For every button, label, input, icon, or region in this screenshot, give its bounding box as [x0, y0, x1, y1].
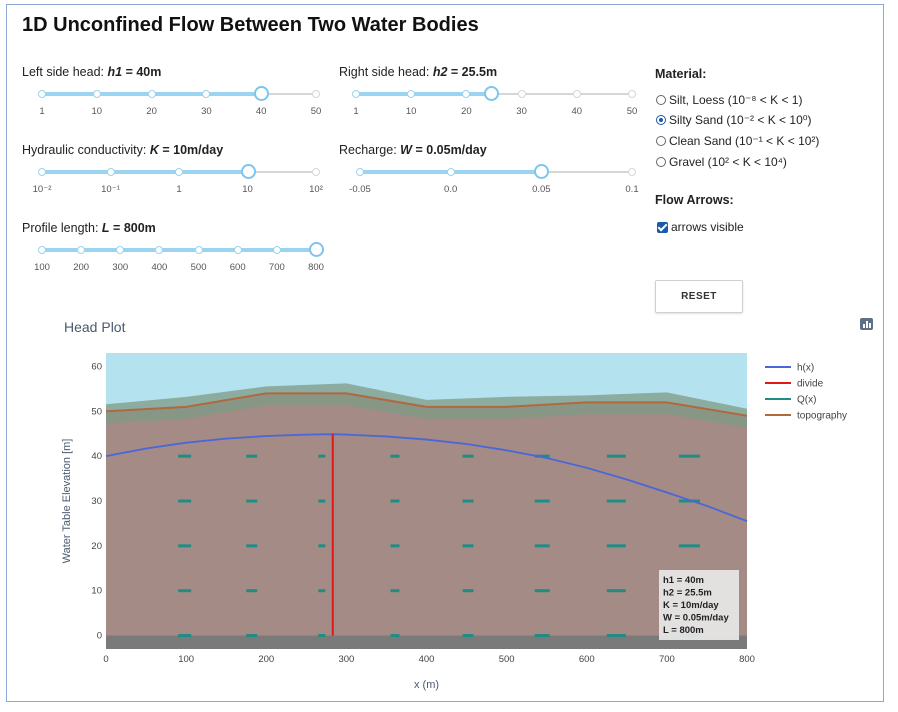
flow-arrow: [390, 589, 400, 593]
flow-arrow: [246, 499, 258, 503]
flow-arrow: [246, 454, 258, 458]
flow-arrow: [678, 544, 700, 548]
flow-arrow: [462, 544, 474, 548]
y-tick-label: 60: [91, 361, 102, 372]
parameter-info-line: K = 10m/day: [663, 600, 719, 611]
parameter-info-line: W = 0.05m/day: [663, 613, 729, 624]
flow-arrow: [390, 454, 400, 458]
flow-arrow: [606, 589, 626, 593]
flow-arrow: [318, 589, 326, 593]
flow-arrow: [390, 544, 400, 548]
flow-arrow: [390, 499, 400, 503]
soil-area: [106, 393, 747, 649]
flow-arrow: [606, 499, 626, 503]
flow-arrow: [246, 634, 258, 638]
x-tick-label: 700: [659, 654, 675, 665]
flow-arrow: [678, 454, 700, 458]
flow-arrow: [390, 634, 400, 638]
parameter-info-line: h1 = 40m: [663, 575, 704, 586]
y-tick-label: 30: [91, 496, 102, 507]
flow-arrow: [534, 544, 550, 548]
y-tick-label: 20: [91, 541, 102, 552]
legend-label: Q(x): [797, 395, 816, 406]
flow-arrow: [462, 634, 474, 638]
x-tick-label: 800: [739, 654, 755, 665]
flow-arrow: [534, 589, 550, 593]
y-tick-label: 50: [91, 406, 102, 417]
flow-arrow: [318, 454, 326, 458]
x-tick-label: 300: [338, 654, 354, 665]
flow-arrow: [246, 544, 258, 548]
y-axis-label: Water Table Elevation [m]: [61, 439, 73, 564]
x-tick-label: 0: [103, 654, 108, 665]
flow-arrow: [606, 634, 626, 638]
parameter-info-line: L = 800m: [663, 625, 704, 636]
parameter-info-line: h2 = 25.5m: [663, 588, 712, 599]
flow-arrow: [178, 589, 192, 593]
x-tick-label: 100: [178, 654, 194, 665]
flow-arrow: [318, 499, 326, 503]
flow-arrow: [462, 589, 474, 593]
flow-arrow: [178, 454, 192, 458]
y-tick-label: 40: [91, 451, 102, 462]
legend-label: divide: [797, 379, 824, 390]
flow-arrow: [534, 634, 550, 638]
flow-arrow: [606, 544, 626, 548]
flow-arrow: [606, 454, 626, 458]
x-tick-label: 600: [579, 654, 595, 665]
flow-arrow: [178, 499, 192, 503]
flow-arrow: [178, 544, 192, 548]
x-axis-label: x (m): [414, 679, 439, 691]
legend-label: h(x): [797, 363, 814, 374]
x-tick-label: 400: [419, 654, 435, 665]
head-plot: 0 100 200 300 400 500 600 700 800 0 10 20 30 40 50 60 x …: [61, 353, 847, 691]
flow-arrow: [178, 634, 192, 638]
flow-arrow: [534, 499, 550, 503]
y-tick-label: 0: [97, 631, 102, 642]
flow-arrow: [318, 544, 326, 548]
x-tick-label: 500: [499, 654, 515, 665]
flow-arrow: [462, 454, 474, 458]
flow-arrow: [318, 634, 326, 638]
flow-arrow: [246, 589, 258, 593]
bedrock-layer: [106, 635, 747, 649]
flow-arrow: [462, 499, 474, 503]
y-tick-label: 10: [91, 586, 102, 597]
x-tick-label: 200: [258, 654, 274, 665]
legend-label: topography: [797, 411, 847, 422]
